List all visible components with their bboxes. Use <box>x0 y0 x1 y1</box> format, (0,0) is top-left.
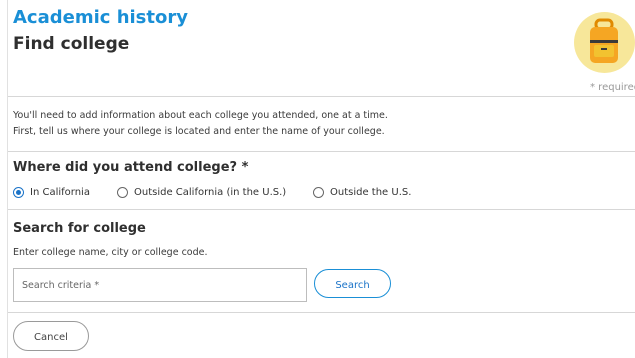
search-section-title: Search for college <box>13 221 146 236</box>
backpack-icon <box>590 18 618 63</box>
divider <box>8 209 635 210</box>
radio-label: Outside California (in the U.S.) <box>134 187 287 198</box>
divider <box>8 96 635 97</box>
required-note: * required <box>590 82 635 93</box>
radio-outside-california[interactable]: Outside California (in the U.S.) <box>117 187 286 198</box>
intro-line-1: You'll need to add information about eac… <box>13 110 388 121</box>
section-title: Academic history <box>13 7 188 28</box>
backpack-avatar <box>574 12 635 73</box>
cancel-button[interactable]: Cancel <box>13 321 89 351</box>
radio-selected-icon[interactable] <box>13 187 24 198</box>
radio-label: Outside the U.S. <box>330 187 412 198</box>
search-help-text: Enter college name, city or college code… <box>13 247 208 258</box>
radio-unselected-icon[interactable] <box>117 187 128 198</box>
radio-unselected-icon[interactable] <box>313 187 324 198</box>
divider <box>8 312 635 313</box>
page-title: Find college <box>13 34 130 54</box>
search-input[interactable] <box>13 268 307 302</box>
location-question-title: Where did you attend college? * <box>13 160 249 175</box>
left-border <box>7 0 8 358</box>
radio-outside-us[interactable]: Outside the U.S. <box>313 187 411 198</box>
radio-in-california[interactable]: In California <box>13 187 90 198</box>
search-button[interactable]: Search <box>314 269 391 298</box>
find-college-panel: Academic history Find college * required… <box>0 0 635 358</box>
intro-line-2: First, tell us where your college is loc… <box>13 126 385 137</box>
radio-label: In California <box>30 187 90 198</box>
divider <box>8 151 635 152</box>
